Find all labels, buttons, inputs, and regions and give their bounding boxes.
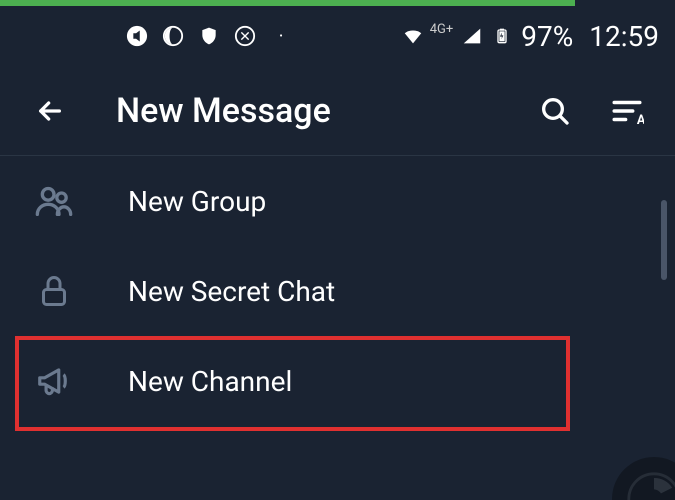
clock-time: 12:59: [589, 20, 659, 53]
dot-icon: •: [270, 25, 292, 47]
signal-icon: [461, 25, 483, 47]
camera-watermark: [605, 450, 675, 500]
option-label: New Channel: [128, 365, 292, 398]
sort-button[interactable]: A: [609, 93, 645, 129]
search-icon: [539, 95, 571, 127]
back-arrow-icon: [34, 95, 66, 127]
new-channel-option[interactable]: New Channel: [0, 336, 675, 426]
status-bar: • 4G+ 97% 12:59: [0, 6, 675, 66]
megaphone-icon: [30, 357, 78, 405]
sort-icon: A: [610, 94, 644, 128]
svg-text:A: A: [637, 112, 644, 127]
group-icon: [30, 177, 78, 225]
scroll-indicator[interactable]: [661, 200, 667, 280]
options-list: New Group New Secret Chat New Channel: [0, 156, 675, 426]
new-secret-chat-option[interactable]: New Secret Chat: [0, 246, 675, 336]
option-label: New Secret Chat: [128, 275, 335, 308]
network-type: 4G+: [430, 22, 454, 37]
lock-icon: [30, 267, 78, 315]
option-label: New Group: [128, 185, 266, 218]
battery-icon: [491, 25, 513, 47]
back-button[interactable]: [30, 91, 70, 131]
square-icon: [234, 25, 256, 47]
wifi-icon: [402, 25, 424, 47]
shield-icon: [198, 25, 220, 47]
app-header: New Message A: [0, 66, 675, 156]
sound-icon: [126, 25, 148, 47]
battery-percent: 97%: [521, 20, 573, 53]
moon-icon: [162, 25, 184, 47]
new-group-option[interactable]: New Group: [0, 156, 675, 246]
search-button[interactable]: [537, 93, 573, 129]
page-title: New Message: [116, 91, 537, 131]
